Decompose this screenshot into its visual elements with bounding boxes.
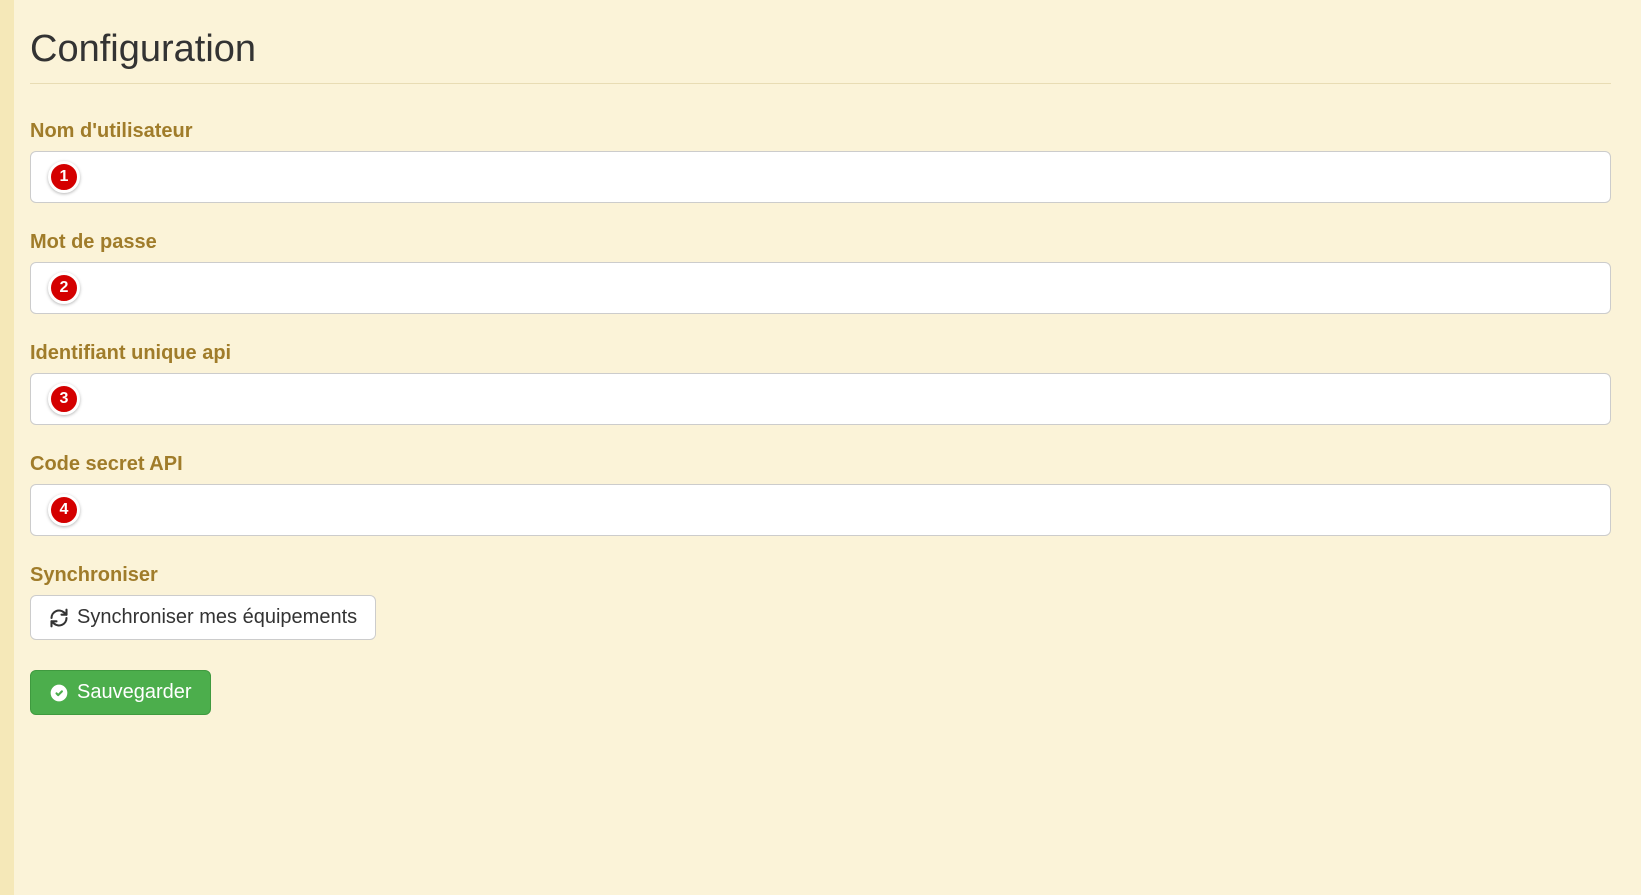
password-group: Mot de passe 2 <box>30 231 1611 314</box>
api-id-input[interactable] <box>30 373 1611 425</box>
left-accent-stripe <box>0 0 14 895</box>
api-id-input-wrapper: 3 <box>30 373 1611 425</box>
password-input-wrapper: 2 <box>30 262 1611 314</box>
config-container: Configuration Nom d'utilisateur 1 Mot de… <box>0 0 1641 745</box>
save-button[interactable]: Sauvegarder <box>30 670 211 715</box>
sync-label: Synchroniser <box>30 564 1611 587</box>
username-input-wrapper: 1 <box>30 151 1611 203</box>
api-secret-group: Code secret API 4 <box>30 453 1611 536</box>
check-circle-icon <box>49 683 69 703</box>
api-secret-input-wrapper: 4 <box>30 484 1611 536</box>
save-button-label: Sauvegarder <box>77 681 192 704</box>
username-label: Nom d'utilisateur <box>30 120 1611 143</box>
username-group: Nom d'utilisateur 1 <box>30 120 1611 203</box>
api-id-group: Identifiant unique api 3 <box>30 342 1611 425</box>
username-input[interactable] <box>30 151 1611 203</box>
password-label: Mot de passe <box>30 231 1611 254</box>
api-secret-input[interactable] <box>30 484 1611 536</box>
refresh-icon <box>49 608 69 628</box>
page-title: Configuration <box>30 28 1611 84</box>
sync-button-label: Synchroniser mes équipements <box>77 606 357 629</box>
sync-button[interactable]: Synchroniser mes équipements <box>30 595 376 640</box>
save-section: Sauvegarder <box>30 670 1611 715</box>
api-id-label: Identifiant unique api <box>30 342 1611 365</box>
api-secret-label: Code secret API <box>30 453 1611 476</box>
sync-group: Synchroniser Synchroniser mes équipement… <box>30 564 1611 640</box>
password-input[interactable] <box>30 262 1611 314</box>
